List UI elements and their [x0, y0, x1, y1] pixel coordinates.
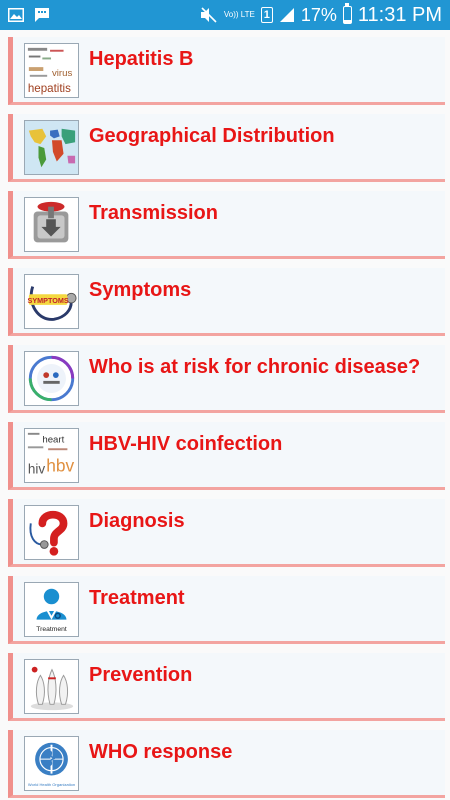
- list-item-geographical-distribution[interactable]: Geographical Distribution: [8, 114, 445, 182]
- who-logo-icon: World Health Organization: [24, 736, 79, 791]
- list-item-transmission[interactable]: Transmission: [8, 191, 445, 259]
- world-map-icon: [24, 120, 79, 175]
- topic-list[interactable]: virus hepatitis Hepatitis B Geographical…: [0, 30, 450, 800]
- topic-label: HBV-HIV coinfection: [89, 433, 283, 455]
- question-stethoscope-icon: [24, 505, 79, 560]
- risk-circle-icon: [24, 351, 79, 406]
- topic-label: Symptoms: [89, 279, 192, 301]
- list-item-who-response[interactable]: World Health Organization WHO response: [8, 730, 445, 798]
- topic-label: WHO response: [89, 741, 233, 763]
- list-item-risk-chronic[interactable]: Who is at risk for chronic disease?: [8, 345, 445, 413]
- battery-icon: [342, 3, 352, 24]
- status-bar: Vo)) LTE 1 17% 11:31 PM: [0, 0, 450, 30]
- topic-label: Transmission: [89, 202, 218, 224]
- topic-label: Who is at risk for chronic disease?: [89, 356, 421, 378]
- topic-label: Hepatitis B: [89, 48, 194, 70]
- list-item-hepatitis-b[interactable]: virus hepatitis Hepatitis B: [8, 37, 445, 105]
- hbv-hiv-word-cloud-icon: heart hiv hbv: [24, 428, 79, 483]
- hepatitis-word-cloud-icon: virus hepatitis: [24, 43, 79, 98]
- signal-icon: [279, 7, 295, 23]
- list-item-prevention[interactable]: Prevention: [8, 653, 445, 721]
- topic-label: Treatment: [89, 587, 185, 609]
- doctor-icon: Treatment: [24, 582, 79, 637]
- stethoscope-symptoms-icon: SYMPTOMS: [24, 274, 79, 329]
- virus-word: virus: [52, 68, 73, 79]
- topic-label: Prevention: [89, 664, 193, 686]
- topic-label: Geographical Distribution: [89, 125, 335, 147]
- sim-slot-icon: 1: [260, 7, 273, 23]
- message-icon: [34, 7, 50, 23]
- bowling-pins-icon: [24, 659, 79, 714]
- network-indicator: Vo)) LTE: [223, 10, 255, 19]
- list-item-symptoms[interactable]: SYMPTOMS Symptoms: [8, 268, 445, 336]
- hepatitis-word: hepatitis: [28, 83, 71, 95]
- who-caption: World Health Organization: [28, 782, 75, 787]
- list-item-diagnosis[interactable]: Diagnosis: [8, 499, 445, 567]
- topic-label: Diagnosis: [89, 510, 185, 532]
- mute-icon: [200, 7, 218, 23]
- list-item-hbv-hiv[interactable]: heart hiv hbv HBV-HIV coinfection: [8, 422, 445, 490]
- treatment-caption: Treatment: [36, 626, 67, 633]
- battery-percent: 17%: [300, 4, 337, 25]
- hbv-word: hbv: [46, 455, 74, 475]
- hiv-word: hiv: [28, 461, 45, 476]
- transmission-icon: [24, 197, 79, 252]
- list-item-treatment[interactable]: Treatment Treatment: [8, 576, 445, 644]
- clock: 11:31 PM: [357, 3, 442, 26]
- symptoms-word: SYMPTOMS: [28, 296, 69, 305]
- gallery-icon: [8, 8, 24, 22]
- heart-word: heart: [42, 434, 64, 445]
